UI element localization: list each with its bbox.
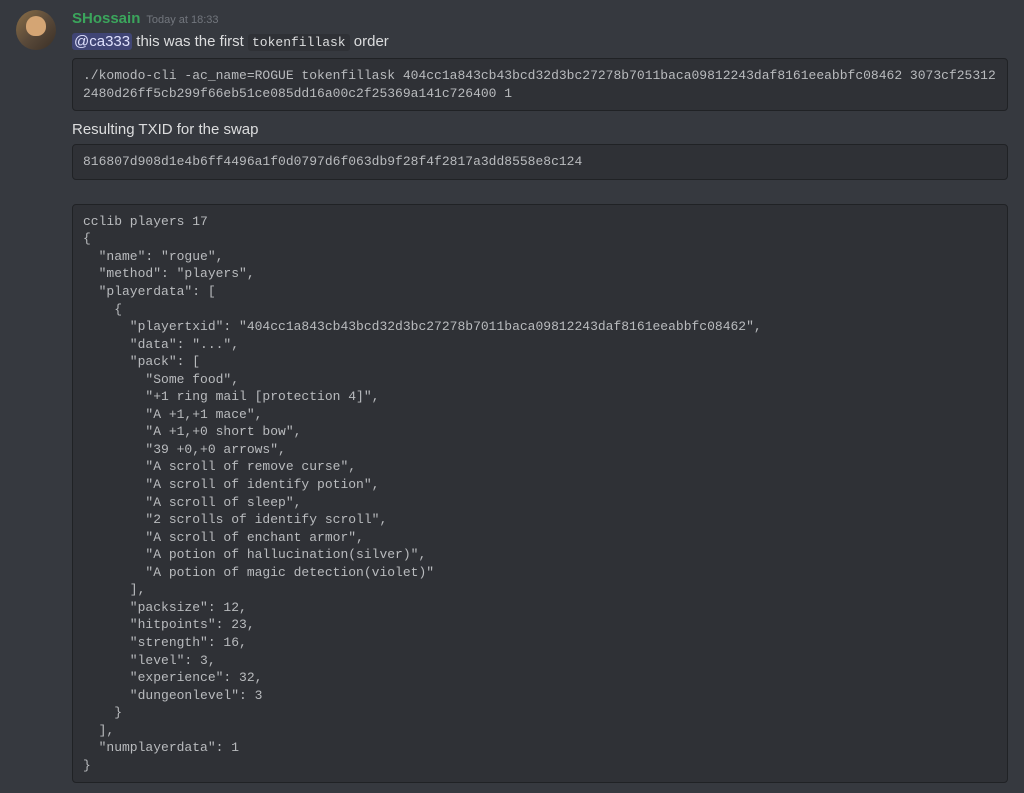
code-block-json[interactable]: cclib players 17 { "name": "rogue", "met… [72, 204, 1008, 784]
username[interactable]: SHossain [72, 10, 140, 27]
code-block-txid[interactable]: 816807d908d1e4b6ff4496a1f0d0797d6f063db9… [72, 144, 1008, 180]
discord-message: SHossain Today at 18:33 @ca333 this was … [16, 10, 1008, 793]
sub-text: Resulting TXID for the swap [72, 121, 1008, 138]
code-block-command[interactable]: ./komodo-cli -ac_name=ROGUE tokenfillask… [72, 58, 1008, 111]
message-content: SHossain Today at 18:33 @ca333 this was … [72, 10, 1008, 793]
timestamp: Today at 18:33 [146, 14, 218, 26]
text-fragment: this was the first [132, 33, 248, 50]
message-line-1: @ca333 this was the first tokenfillask o… [72, 31, 1008, 52]
inline-code: tokenfillask [248, 34, 350, 51]
mention[interactable]: @ca333 [72, 33, 132, 50]
spacer [72, 190, 1008, 204]
avatar[interactable] [16, 10, 56, 50]
message-header: SHossain Today at 18:33 [72, 10, 1008, 27]
text-fragment: order [350, 33, 389, 50]
